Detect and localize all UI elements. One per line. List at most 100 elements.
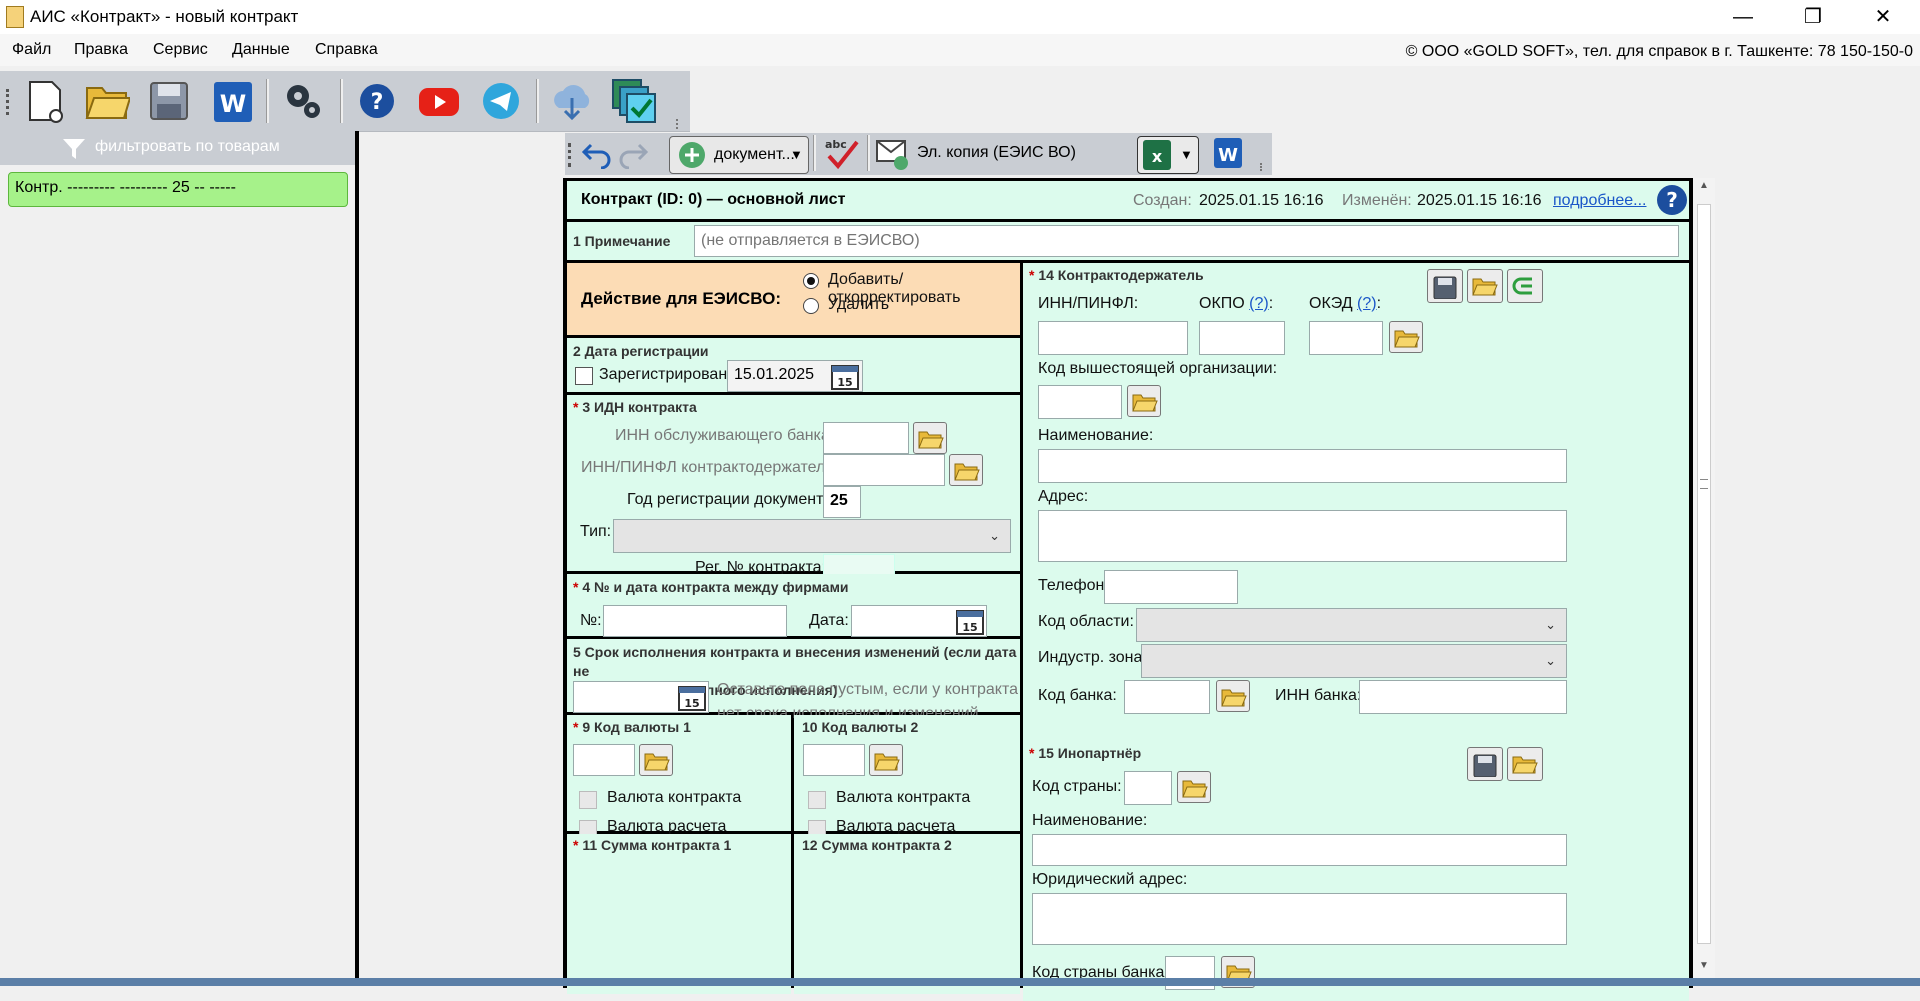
minimize-button[interactable]: — (1714, 0, 1772, 34)
svg-text:x: x (1152, 147, 1163, 166)
currency-1-lookup-button[interactable] (639, 744, 673, 776)
calendar-icon[interactable]: 15 (831, 362, 859, 395)
contract-number-input[interactable] (603, 605, 787, 637)
menu-file[interactable]: Файл (12, 41, 51, 59)
holder-address-label: Адрес: (1038, 488, 1089, 505)
restore-button[interactable]: ❐ (1784, 0, 1842, 34)
action-delete-radio[interactable] (803, 298, 819, 314)
close-button[interactable]: ✕ (1854, 0, 1912, 34)
oked-input[interactable] (1309, 321, 1383, 355)
partner-legal-address-input[interactable] (1032, 893, 1567, 945)
ecopy-button-label[interactable]: Эл. копия (ЕЭИС ВО) (917, 144, 1076, 162)
word-export-icon[interactable]: W (1212, 136, 1244, 175)
section-contract-number-title: * 4 № и дата контракта между фирмами (573, 579, 849, 595)
scroll-up-arrow[interactable]: ▲ (1699, 180, 1709, 191)
industrial-zone-select[interactable]: ⌄ (1141, 644, 1567, 678)
link-holder-button[interactable] (1507, 269, 1543, 303)
bank-code-input[interactable] (1124, 680, 1210, 714)
currency-1-input[interactable] (573, 744, 635, 776)
region-select[interactable]: ⌄ (1136, 608, 1567, 642)
oked-help-link[interactable]: (?) (1357, 295, 1377, 312)
details-link[interactable]: подробнее... (1553, 192, 1646, 210)
action-delete-label[interactable]: Удалить (828, 296, 889, 314)
partner-country-label: Код страны: (1032, 778, 1122, 795)
toolbar-overflow[interactable] (1260, 163, 1270, 171)
currency-2-lookup-button[interactable] (869, 744, 903, 776)
undo-icon[interactable] (581, 139, 613, 174)
holder-name-input[interactable] (1038, 449, 1567, 483)
scroll-down-arrow[interactable]: ▼ (1699, 960, 1709, 971)
parent-org-lookup-button[interactable] (1127, 385, 1161, 417)
oked-lookup-button[interactable] (1389, 321, 1423, 353)
calendar-icon[interactable]: 15 (678, 683, 706, 716)
type-select[interactable]: ⌄ (613, 519, 1011, 553)
menu-service[interactable]: Сервис (153, 41, 208, 59)
bank-inn-input[interactable] (823, 422, 909, 454)
toolbar-grip[interactable] (568, 143, 574, 167)
spellcheck-icon[interactable]: abc (823, 136, 863, 177)
currency-2-contract-checkbox[interactable] (808, 791, 826, 809)
help-icon[interactable]: ? (354, 78, 400, 124)
word-icon[interactable]: W (210, 78, 256, 124)
holder-bank-inn-input[interactable] (1359, 680, 1567, 714)
partner-legal-address-label: Юридический адрес: (1032, 871, 1188, 888)
section-foreign-partner-title: * 15 Инопартнёр (1029, 745, 1142, 761)
save-icon[interactable] (146, 78, 192, 124)
holder-address-input[interactable] (1038, 510, 1567, 562)
holder-inn-lookup-button[interactable] (949, 454, 983, 486)
bank-inn-lookup-button[interactable] (913, 422, 947, 454)
partner-name-input[interactable] (1032, 834, 1567, 866)
section-contract-number: * 4 № и дата контракта между фирмами №: … (567, 574, 1020, 637)
redo-icon[interactable] (617, 139, 649, 174)
new-document-icon[interactable] (22, 78, 68, 124)
menu-edit[interactable]: Правка (74, 41, 128, 59)
action-panel: Действие для ЕЭИСВО: Добавить/откорректи… (567, 263, 1020, 335)
currency-1-contract-checkbox[interactable] (579, 791, 597, 809)
pane-divider[interactable] (355, 131, 359, 981)
toolbar-overflow[interactable] (676, 119, 686, 129)
registered-checkbox[interactable] (575, 367, 593, 385)
currency-2-input[interactable] (803, 744, 865, 776)
toolbar-grip[interactable] (6, 89, 12, 115)
save-holder-button[interactable] (1427, 269, 1463, 303)
telegram-icon[interactable] (478, 78, 524, 124)
contract-list-item[interactable]: Контр. --------- --------- 25 -- ----- (8, 172, 348, 207)
partner-country-lookup-button[interactable] (1177, 771, 1211, 803)
save-partner-button[interactable] (1467, 747, 1503, 781)
email-copy-icon[interactable] (875, 137, 911, 176)
document-dropdown-button[interactable]: документ... ▼ (669, 136, 809, 174)
partner-country-input[interactable] (1124, 771, 1172, 805)
holder-phone-label: Телефон: (1038, 577, 1109, 594)
section-amount-1-title: * 11 Сумма контракта 1 (573, 837, 732, 853)
checklist-windows-icon[interactable] (611, 78, 657, 124)
okpo-help-link[interactable]: (?) (1249, 295, 1269, 312)
section-amount-1: * 11 Сумма контракта 1 (567, 834, 791, 994)
menu-help[interactable]: Справка (315, 41, 378, 59)
holder-inn-input[interactable] (823, 454, 945, 486)
open-partner-button[interactable] (1507, 747, 1543, 781)
okpo-input[interactable] (1199, 321, 1285, 355)
excel-dropdown-button[interactable]: x ▼ (1137, 136, 1199, 174)
bank-code-lookup-button[interactable] (1216, 680, 1250, 712)
scrollbar-thumb[interactable] (1697, 204, 1711, 944)
region-label: Код области: (1038, 613, 1134, 630)
settings-gears-icon[interactable] (280, 78, 326, 124)
holder-phone-input[interactable] (1104, 570, 1238, 604)
main-toolbar: W ? (0, 71, 690, 132)
open-folder-icon[interactable] (84, 78, 132, 124)
action-add-radio[interactable] (803, 273, 819, 289)
cloud-download-icon[interactable] (549, 78, 595, 124)
parent-org-input[interactable] (1038, 385, 1122, 419)
menu-data[interactable]: Данные (232, 41, 290, 59)
holder-inn-input[interactable] (1038, 321, 1188, 355)
year-input[interactable]: 25 (823, 486, 861, 518)
registered-label[interactable]: Зарегистрирован (599, 366, 727, 384)
note-input[interactable] (694, 225, 1679, 257)
open-holder-button[interactable] (1467, 269, 1503, 303)
calendar-icon[interactable]: 15 (956, 607, 984, 640)
youtube-icon[interactable] (416, 78, 462, 124)
filter-by-goods-button[interactable]: фильтровать по товарам (0, 131, 356, 165)
help-icon[interactable]: ? (1656, 184, 1688, 221)
form-scrollbar[interactable]: ▲ ▼ (1693, 178, 1715, 978)
left-pane (0, 131, 356, 981)
